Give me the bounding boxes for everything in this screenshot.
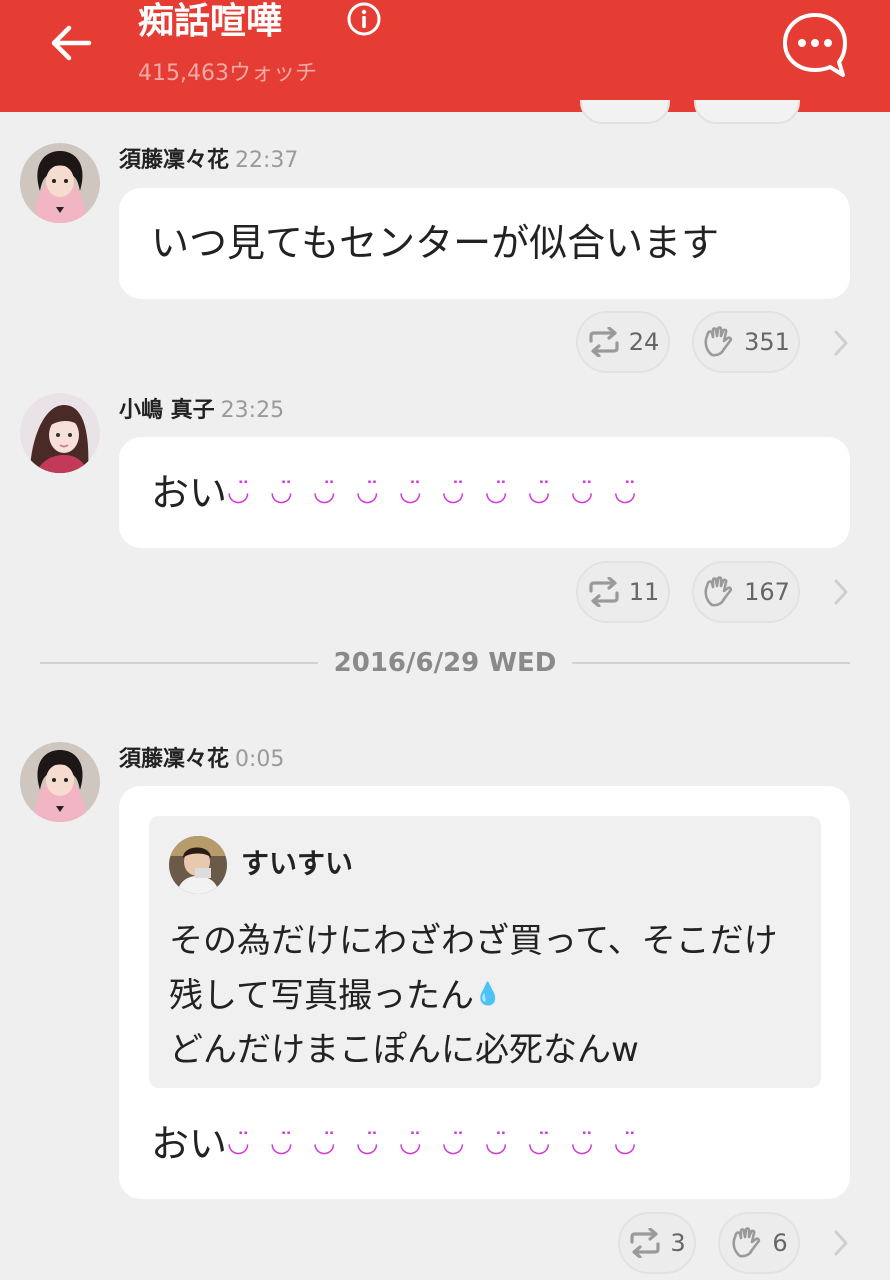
post-time: 23:25 [220, 398, 285, 423]
more-button[interactable] [780, 10, 850, 80]
retweet-icon [630, 1228, 660, 1258]
clap-hand-icon [704, 326, 733, 357]
retweet-count: 24 [628, 328, 660, 356]
clap-count: 6 [772, 1229, 788, 1257]
watch-count: 415,463ウォッチ [138, 61, 317, 86]
page-title: 痴話喧嘩 [138, 1, 283, 42]
quoted-line: 残して写真撮ったん💧 [169, 968, 778, 1023]
post-meta: 須藤凜々花 0:05 [119, 745, 284, 775]
prev-retweet-pill [580, 100, 670, 124]
retweet-icon [589, 577, 619, 607]
smile-emoji: ◡̈ ◡̈ ◡̈ ◡̈ ◡̈ ◡̈ ◡̈ ◡̈ ◡̈ ◡̈ [227, 1128, 643, 1158]
back-button[interactable] [46, 18, 96, 68]
chevron-right-icon[interactable] [830, 577, 852, 607]
post-time: 22:37 [235, 148, 299, 173]
message-word: おい [151, 1122, 228, 1166]
retweet-icon [589, 327, 619, 357]
clap-hand-icon [704, 576, 733, 607]
quoted-line: その為だけにわざわざ買って、そこだけ [169, 921, 778, 961]
smile-emoji: ◡̈ ◡̈ ◡̈ ◡̈ ◡̈ ◡̈ ◡̈ ◡̈ ◡̈ ◡̈ [227, 477, 643, 507]
message-text: いつ見てもセンターが似合います [151, 221, 720, 265]
retweet-count: 3 [670, 1229, 686, 1257]
divider-line-right [572, 662, 850, 664]
author-name[interactable]: 小嶋 真子 [119, 398, 215, 423]
back-arrow-icon [51, 25, 92, 61]
retweet-button[interactable]: 24 [576, 311, 670, 373]
info-button[interactable] [346, 1, 382, 37]
avatar[interactable] [20, 143, 100, 223]
message-bubble: おい◡̈ ◡̈ ◡̈ ◡̈ ◡̈ ◡̈ ◡̈ ◡̈ ◡̈ ◡̈ [119, 437, 850, 548]
app-header: 痴話喧嘩 415,463ウォッチ [0, 0, 890, 112]
retweet-count: 11 [628, 578, 660, 606]
post-meta: 小嶋 真子 23:25 [119, 396, 284, 426]
clap-button[interactable]: 6 [718, 1212, 800, 1274]
chevron-right-icon[interactable] [830, 328, 852, 358]
message-text: おい◡̈ ◡̈ ◡̈ ◡̈ ◡̈ ◡̈ ◡̈ ◡̈ ◡̈ ◡̈ [151, 1118, 642, 1169]
date-divider: 2016/6/29 WED [333, 648, 557, 678]
clap-count: 351 [744, 328, 790, 356]
quoted-author: すいすい [241, 847, 354, 880]
clap-count: 167 [744, 578, 790, 606]
quoted-text: その為だけにわざわざ買って、そこだけ 残して写真撮ったん💧 どんだけまこぽんに必… [169, 914, 778, 1077]
prev-clap-pill [694, 100, 800, 124]
avatar[interactable] [20, 393, 100, 473]
message-text: おい◡̈ ◡̈ ◡̈ ◡̈ ◡̈ ◡̈ ◡̈ ◡̈ ◡̈ ◡̈ [151, 467, 642, 518]
quoted-post[interactable]: すいすい その為だけにわざわざ買って、そこだけ 残して写真撮ったん💧 どんだけま… [149, 816, 821, 1088]
retweet-button[interactable]: 3 [618, 1212, 696, 1274]
author-name[interactable]: 須藤凜々花 [119, 747, 229, 772]
retweet-button[interactable]: 11 [576, 561, 670, 623]
avatar[interactable] [20, 742, 100, 822]
post-meta: 須藤凜々花 22:37 [119, 146, 298, 176]
post-time: 0:05 [235, 747, 285, 772]
author-name[interactable]: 須藤凜々花 [119, 148, 229, 173]
chevron-right-icon[interactable] [830, 1228, 852, 1258]
sweat-emoji: 💧 [473, 982, 502, 1007]
info-icon [347, 2, 381, 36]
clap-hand-icon [732, 1227, 761, 1258]
quoted-line: どんだけまこぽんに必死なんw [169, 1030, 639, 1070]
divider-line-left [40, 662, 318, 664]
message-bubble: すいすい その為だけにわざわざ買って、そこだけ 残して写真撮ったん💧 どんだけま… [119, 786, 850, 1199]
clap-button[interactable]: 351 [692, 311, 800, 373]
quoted-avatar [169, 836, 227, 894]
message-word: おい [151, 471, 228, 515]
more-chat-icon [783, 13, 847, 77]
clap-button[interactable]: 167 [692, 561, 800, 623]
message-bubble: いつ見てもセンターが似合います [119, 188, 850, 299]
quoted-line-text: 残して写真撮ったん [169, 976, 474, 1016]
